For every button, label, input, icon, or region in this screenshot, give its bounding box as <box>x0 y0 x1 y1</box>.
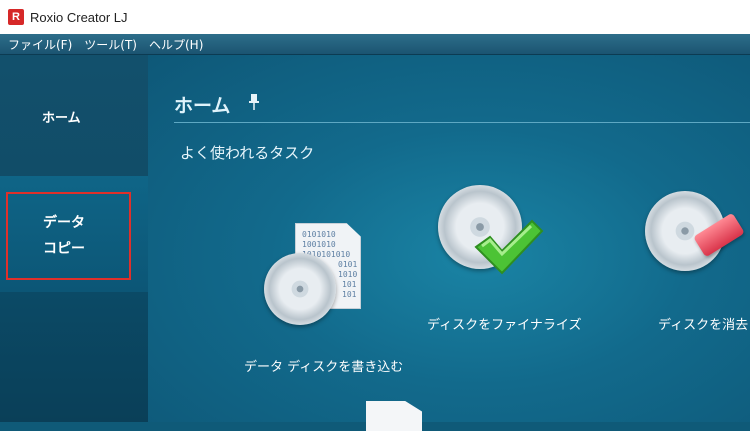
pin-icon[interactable] <box>248 93 260 111</box>
sidebar-item-home[interactable]: ホーム <box>0 95 148 135</box>
document-icon-partial[interactable] <box>366 401 422 431</box>
sidebar: ホーム データ コピー <box>0 55 148 422</box>
sidebar-item-data-label: データ <box>43 215 85 231</box>
window-title: Roxio Creator LJ <box>30 9 128 25</box>
sidebar-item-copy-label: コピー <box>43 241 85 257</box>
sidebar-item-home-label: ホーム <box>42 111 81 126</box>
task-burn-data-disc-label: データ ディスクを書き込む <box>244 360 404 375</box>
menu-bar: ファイル(F) ツール(T) ヘルプ(H) <box>0 34 750 55</box>
main-content: ホーム よく使われるタスク 0101010 1001010 1010101010… <box>148 55 750 431</box>
menu-file[interactable]: ファイル(F) <box>8 36 72 53</box>
task-erase-disc-label: ディスクを消去 <box>658 318 749 333</box>
page-title: ホーム <box>174 95 231 117</box>
title-bar: R Roxio Creator LJ <box>0 0 750 34</box>
roxio-r-icon: R <box>8 9 24 25</box>
doc-line: 0101010 <box>302 230 336 239</box>
title-divider <box>174 122 750 123</box>
task-finalize-disc-label: ディスクをファイナライズ <box>427 318 582 333</box>
doc-line: 1001010 <box>302 240 336 249</box>
menu-tools[interactable]: ツール(T) <box>84 36 137 53</box>
selection-highlight <box>6 192 131 280</box>
sidebar-empty-area <box>0 292 148 422</box>
checkmark-icon <box>474 219 544 275</box>
menu-help[interactable]: ヘルプ(H) <box>149 36 203 53</box>
section-title: よく使われるタスク <box>180 144 315 162</box>
disc-icon <box>264 253 336 325</box>
